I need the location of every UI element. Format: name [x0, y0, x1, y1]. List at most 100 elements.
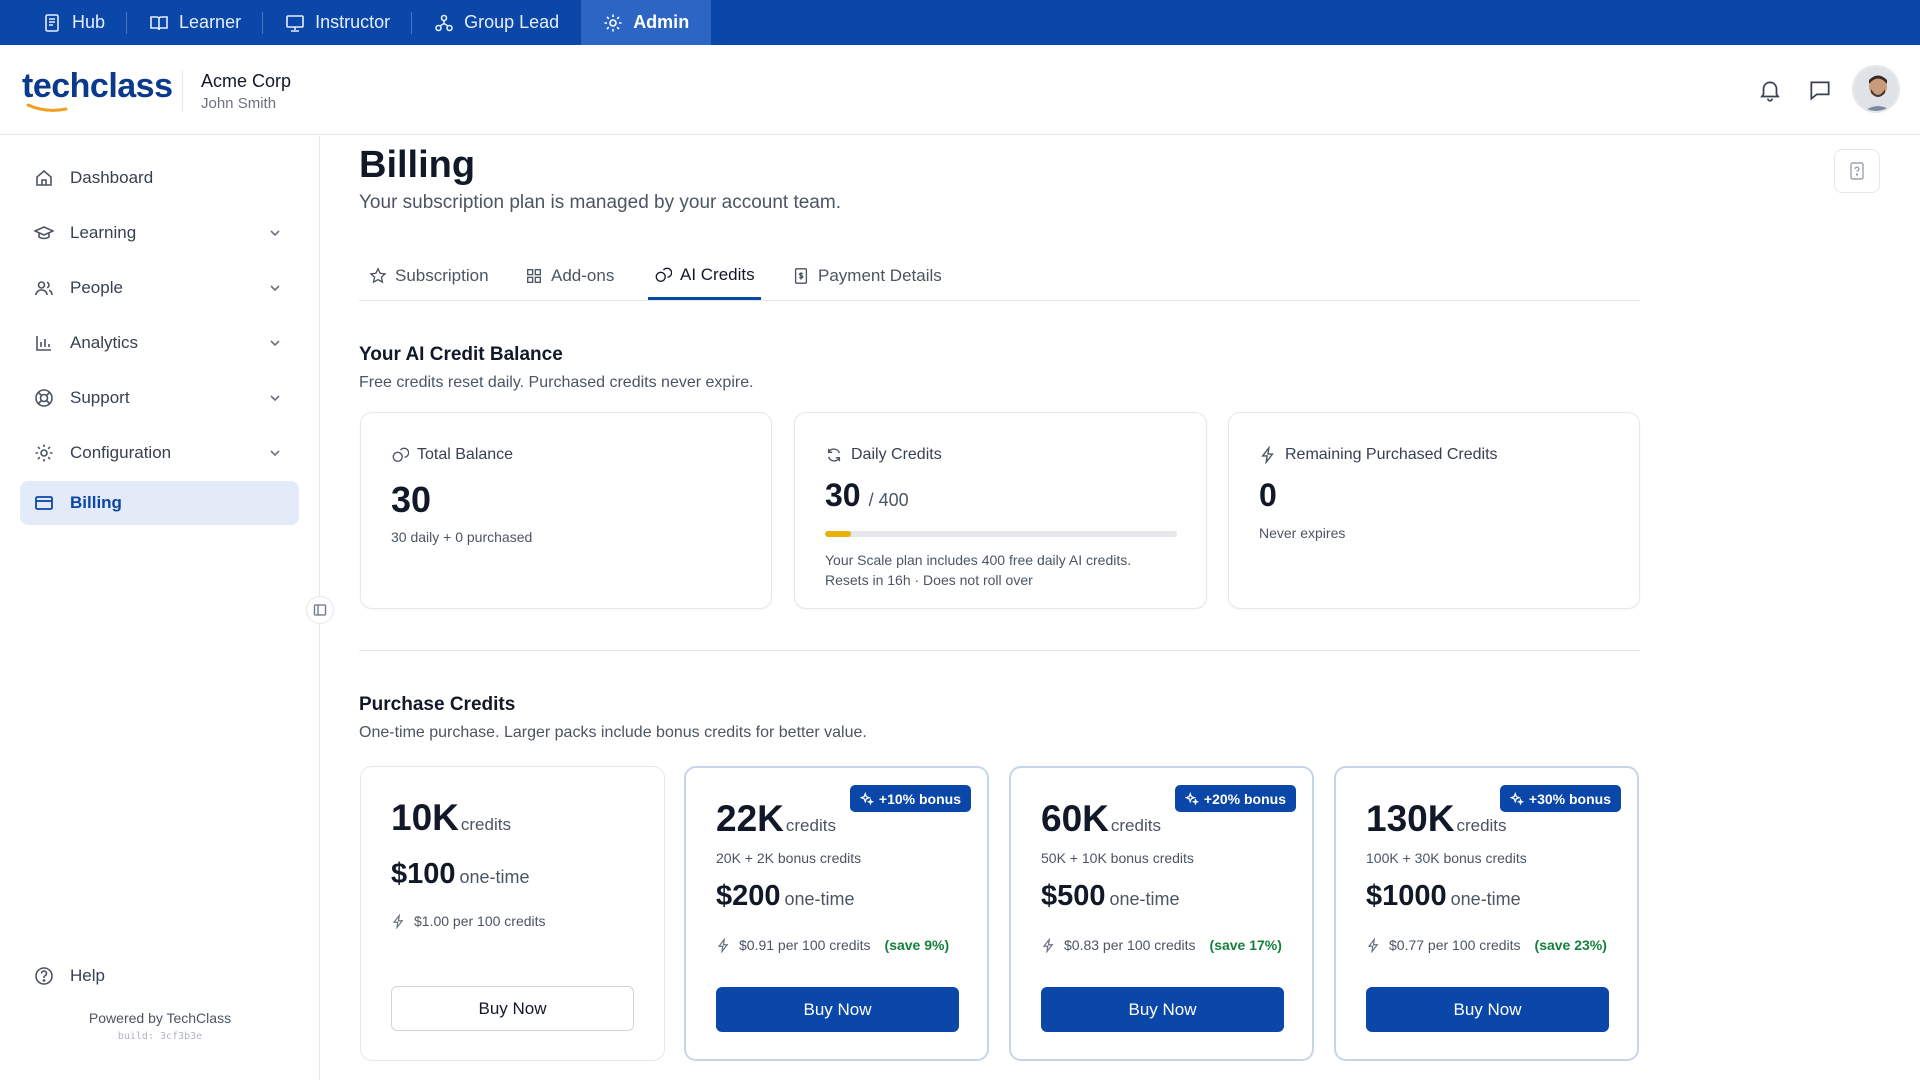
sidebar: Dashboard Learning People Analytics Supp…	[0, 136, 320, 1080]
tab-payment-details[interactable]: Payment Details	[786, 252, 948, 300]
sidebar-item-help[interactable]: Help	[20, 954, 299, 998]
pack-amount: 10K	[391, 797, 459, 838]
total-balance-card: Total Balance 30 30 daily + 0 purchased	[360, 412, 772, 609]
lightning-icon	[716, 937, 731, 953]
pack-rate-row: $0.83 per 100 credits (save 17%)	[1041, 937, 1282, 953]
coins-icon	[654, 266, 672, 284]
buy-now-button[interactable]: Buy Now	[391, 986, 634, 1031]
one-time-label: one-time	[1450, 889, 1521, 909]
role-tab-learner[interactable]: Learner	[127, 0, 264, 45]
sidebar-item-label: Analytics	[70, 333, 139, 352]
pack-rate: $0.83 per 100 credits	[1064, 937, 1196, 953]
role-tab-admin[interactable]: Admin	[581, 0, 712, 45]
sidebar-item-label: Learning	[70, 223, 137, 242]
lightning-icon	[391, 913, 406, 929]
pack-price-row: $500 one-time	[1041, 880, 1180, 913]
daily-credits-card: Daily Credits 30 / 400 Your Scale plan in…	[794, 412, 1207, 609]
pack-bonus-breakdown: 20K + 2K bonus credits	[716, 850, 862, 866]
build-id: build: 3cf3b3e	[117, 1031, 203, 1042]
pack-bonus-breakdown: 100K + 30K bonus credits	[1366, 850, 1527, 866]
credit-pack-130k: +30% bonus 130K credits 100K + 30K bonus …	[1334, 766, 1639, 1061]
credit-pack-22k: +10% bonus 22K credits 20K + 2K bonus cre…	[684, 766, 989, 1061]
role-label: Learner	[179, 12, 242, 32]
card-label: Total Balance	[391, 446, 513, 464]
sidebar-item-configuration[interactable]: Configuration	[20, 431, 299, 475]
pack-price-row: $100 one-time	[391, 858, 530, 891]
credit-pack-60k: +20% bonus 60K credits 50K + 10K bonus cr…	[1009, 766, 1314, 1061]
card-label: Remaining Purchased Credits	[1259, 446, 1498, 464]
sidebar-item-dashboard[interactable]: Dashboard	[20, 156, 299, 200]
lightning-icon	[1041, 937, 1056, 953]
pack-price: $200	[716, 880, 781, 912]
one-time-label: one-time	[1109, 889, 1180, 909]
bonus-badge-label: +30% bonus	[1528, 790, 1611, 807]
app-header: techclass Acme Corp John Smith	[0, 45, 1920, 135]
buy-now-button[interactable]: Buy Now	[1366, 987, 1609, 1032]
sidebar-item-label: Configuration	[70, 443, 172, 462]
credit-card-icon	[34, 493, 54, 513]
page-help-button[interactable]	[1834, 149, 1880, 193]
savings-label: (save 9%)	[884, 937, 950, 953]
sidebar-item-support[interactable]: Support	[20, 376, 299, 420]
daily-credits-total: / 400	[868, 490, 909, 510]
buy-now-button[interactable]: Buy Now	[1041, 987, 1284, 1032]
pack-amount: 22K	[716, 798, 784, 839]
bonus-badge-label: +10% bonus	[878, 790, 961, 807]
daily-credits-label: Daily Credits	[851, 446, 942, 463]
tab-label: Subscription	[395, 266, 489, 285]
powered-by: Powered by TechClass	[88, 1010, 232, 1026]
chevron-down-icon	[270, 395, 280, 402]
pack-price: $100	[391, 858, 456, 890]
purchase-subtitle: One-time purchase. Larger packs include …	[359, 724, 867, 741]
tab-add-ons[interactable]: Add-ons	[519, 252, 620, 300]
page-subtitle: Your subscription plan is managed by you…	[359, 192, 841, 213]
sidebar-collapse-button[interactable]	[306, 596, 334, 624]
user-name: John Smith	[201, 95, 277, 112]
techclass-logo[interactable]: techclass	[22, 67, 173, 106]
pack-price-row: $200 one-time	[716, 880, 855, 913]
bonus-badge: +10% bonus	[849, 785, 971, 812]
sidebar-item-billing[interactable]: Billing	[20, 481, 299, 525]
role-tab-instructor[interactable]: Instructor	[263, 0, 413, 45]
remaining-credits-label: Remaining Purchased Credits	[1285, 446, 1498, 463]
tab-ai-credits[interactable]: AI Credits	[648, 252, 761, 300]
sparkles-icon	[859, 791, 874, 806]
tab-label: Add-ons	[551, 266, 615, 285]
role-tab-hub[interactable]: Hub	[20, 0, 128, 45]
tab-label: Payment Details	[818, 266, 942, 285]
chat-icon[interactable]	[1807, 77, 1833, 103]
pack-bonus-breakdown: 50K + 10K bonus credits	[1041, 850, 1194, 866]
role-tab-group-lead[interactable]: Group Lead	[412, 0, 581, 45]
pack-rate-row: $0.77 per 100 credits (save 23%)	[1366, 937, 1607, 953]
group-icon	[434, 13, 454, 33]
avatar[interactable]	[1852, 65, 1900, 113]
pack-rate-row: $0.91 per 100 credits (save 9%)	[716, 937, 949, 953]
role-label: Hub	[72, 12, 106, 32]
tab-subscription[interactable]: Subscription	[363, 252, 495, 300]
book-icon	[149, 13, 169, 33]
daily-credits-value-row: 30 / 400	[825, 477, 909, 514]
pack-price-row: $1000 one-time	[1366, 880, 1521, 913]
hub-icon	[42, 13, 62, 33]
total-balance-note: 30 daily + 0 purchased	[391, 529, 533, 545]
pack-amount: 60K	[1041, 798, 1109, 839]
receipt-icon	[792, 267, 810, 285]
help-circle-icon	[34, 966, 54, 986]
buy-now-button[interactable]: Buy Now	[716, 987, 959, 1032]
org-name: Acme Corp	[201, 71, 292, 91]
sidebar-item-learning[interactable]: Learning	[20, 211, 299, 255]
page-title: Billing	[359, 144, 476, 186]
pack-price: $1000	[1366, 880, 1447, 912]
pack-rate: $0.91 per 100 credits	[739, 937, 871, 953]
card-label: Daily Credits	[825, 446, 942, 464]
credit-pack-10k: 10K credits $100 one-time $1.00 per 100 cr…	[360, 766, 665, 1061]
sparkles-icon	[1509, 791, 1524, 806]
role-label: Instructor	[315, 12, 391, 32]
total-balance-value: 30	[391, 479, 432, 520]
sidebar-item-label: Support	[70, 388, 130, 407]
sidebar-item-label: Help	[70, 966, 105, 985]
daily-credits-value: 30	[825, 477, 861, 513]
bell-icon[interactable]	[1757, 77, 1783, 103]
sidebar-item-analytics[interactable]: Analytics	[20, 321, 299, 365]
sidebar-item-people[interactable]: People	[20, 266, 299, 310]
